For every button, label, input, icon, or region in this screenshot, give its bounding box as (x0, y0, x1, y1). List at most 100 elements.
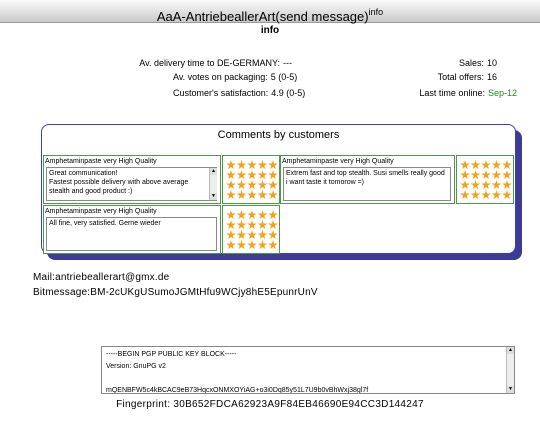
star-icon (226, 230, 236, 240)
star-icon (268, 190, 278, 200)
star-icon (491, 190, 502, 200)
star-icon (226, 170, 236, 180)
star-icon (268, 220, 278, 230)
title-bar: AaA-AntriebeallerArt(send message)info (0, 0, 540, 24)
star-icon (226, 220, 236, 230)
star-icon (257, 160, 268, 170)
star-icon (470, 170, 481, 180)
rating-stars (222, 205, 280, 254)
rating-stars (222, 155, 280, 204)
scroll-down-icon[interactable]: ▼ (210, 193, 217, 200)
page-title[interactable]: AaA-AntriebeallerArt(send message) (157, 9, 369, 24)
contact-mail[interactable]: Mail:antriebeallerart@gmx.de (33, 272, 169, 283)
stat-value: Sep-12 (487, 88, 517, 98)
star-icon (247, 190, 257, 200)
star-icon (236, 160, 247, 170)
star-icon (470, 190, 481, 200)
star-icon (247, 240, 257, 250)
comments-panel: Comments by customers Amphetaminpaste ve… (41, 124, 516, 254)
star-icon (502, 170, 512, 180)
stat-sales: Sales: 10 (459, 58, 497, 68)
stat-label: Sales: (458, 58, 484, 68)
star-icon (481, 170, 491, 180)
star-icon (481, 160, 491, 170)
rating-stars (456, 155, 514, 204)
comments-title: Comments by customers (217, 129, 340, 141)
star-icon (226, 210, 236, 220)
stat-value: 5 (0-5) (270, 72, 298, 82)
stat-label: Last time online: (419, 88, 485, 98)
star-icon (491, 160, 502, 170)
title-info-link[interactable]: info (369, 7, 384, 17)
star-icon (491, 170, 502, 180)
star-icon (268, 160, 278, 170)
star-icon (247, 210, 257, 220)
scroll-up-icon[interactable]: ▲ (507, 347, 514, 354)
star-icon (268, 180, 278, 190)
stat-delivery-time: Av. delivery time to DE-GERMANY: --- (139, 58, 292, 68)
comment-product: Amphetaminpaste very High Quality (282, 158, 394, 165)
star-icon (247, 160, 257, 170)
star-icon (257, 210, 268, 220)
stat-label: Customer's satisfaction: (173, 88, 269, 98)
star-icon (257, 180, 268, 190)
star-icon (236, 180, 247, 190)
star-icon (460, 190, 470, 200)
star-icon (257, 170, 268, 180)
star-icon (268, 210, 278, 220)
stat-votes-packaging: Av. votes on packaging: 5 (0-5) (173, 72, 297, 82)
star-icon (226, 160, 236, 170)
comment-card: Amphetaminpaste very High Quality Extrem… (280, 155, 455, 204)
star-icon (226, 180, 236, 190)
star-icon (226, 190, 236, 200)
pgp-key-box[interactable]: -----BEGIN PGP PUBLIC KEY BLOCK----- Ver… (101, 346, 515, 394)
star-icon (226, 240, 236, 250)
star-icon (481, 190, 491, 200)
stat-value: 10 (486, 58, 497, 68)
star-icon (460, 170, 470, 180)
scroll-up-icon[interactable]: ▲ (210, 168, 217, 175)
star-icon (460, 160, 470, 170)
star-icon (236, 210, 247, 220)
stat-value: 4.9 (0-5) (271, 88, 306, 98)
star-icon (257, 220, 268, 230)
pgp-scrollbar[interactable]: ▲ ▼ (506, 347, 514, 393)
stat-last-online: Last time online: Sep-12 (419, 88, 517, 98)
comment-card: Amphetaminpaste very High Quality Great … (43, 155, 221, 204)
star-icon (257, 240, 268, 250)
scroll-down-icon[interactable]: ▼ (507, 386, 514, 393)
star-icon (236, 240, 247, 250)
star-icon (481, 180, 491, 190)
comment-scrollbar[interactable]: ▲ ▼ (209, 168, 217, 200)
star-icon (257, 230, 268, 240)
star-icon (460, 180, 470, 190)
star-icon (247, 220, 257, 230)
stat-value: --- (283, 58, 292, 68)
star-icon (502, 190, 512, 200)
stat-value: 16 (486, 72, 497, 82)
star-icon (268, 170, 278, 180)
star-icon (470, 160, 481, 170)
star-icon (236, 170, 247, 180)
comment-product: Amphetaminpaste very High Quality (45, 208, 157, 215)
star-icon (502, 180, 512, 190)
comment-text[interactable]: Extrem fast and top stealth. Susi smells… (283, 167, 451, 201)
star-icon (268, 240, 278, 250)
comment-text[interactable]: All fine, very satisfied. Gerne wieder (46, 217, 217, 251)
comment-card: Amphetaminpaste very High Quality All fi… (43, 205, 221, 254)
star-icon (268, 230, 278, 240)
pgp-fingerprint: Fingerprint: 30B652FDCA62923A9F84EB46690… (116, 399, 424, 410)
star-icon (491, 180, 502, 190)
stat-label: Total offers: (437, 72, 484, 82)
stat-total-offers: Total offers: 16 (438, 72, 497, 82)
star-icon (257, 190, 268, 200)
star-icon (236, 220, 247, 230)
star-icon (247, 230, 257, 240)
comment-product: Amphetaminpaste very High Quality (45, 158, 157, 165)
contact-bitmessage: Bitmessage:BM-2cUKgUSumoJGMtHfu9WCjy8hE5… (33, 287, 318, 298)
pgp-key-text[interactable]: -----BEGIN PGP PUBLIC KEY BLOCK----- Ver… (102, 347, 514, 393)
stat-label: Av. delivery time to DE-GERMANY: (139, 58, 280, 68)
comment-text[interactable]: Great communication! Fastest possible de… (46, 167, 217, 201)
stat-satisfaction: Customer's satisfaction: 4.9 (0-5) (173, 88, 305, 98)
stat-label: Av. votes on packaging: (173, 72, 268, 82)
